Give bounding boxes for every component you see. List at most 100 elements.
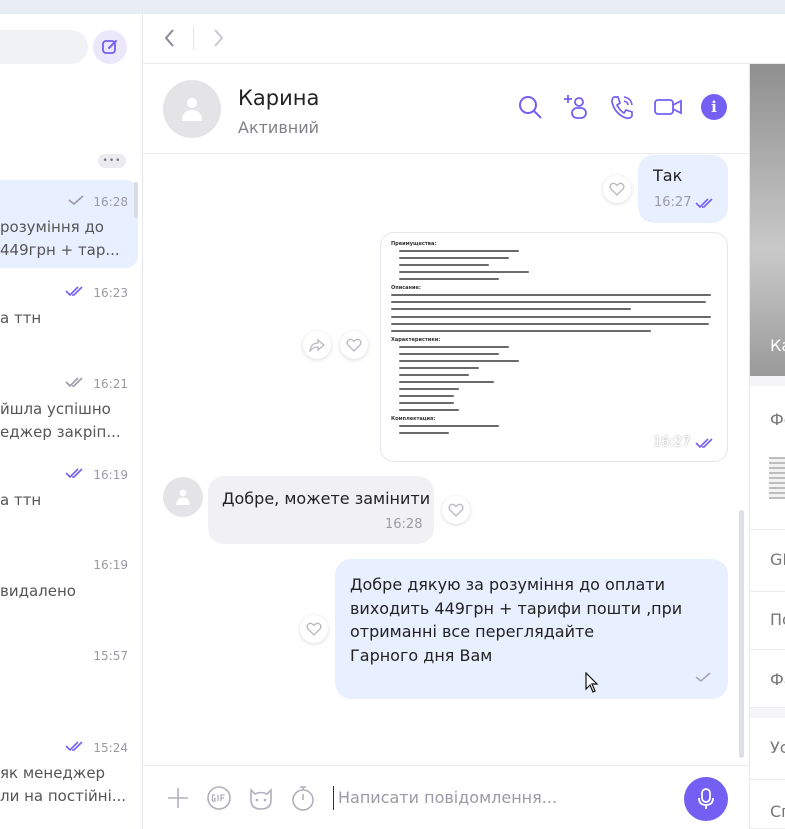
like-reaction-button[interactable] bbox=[603, 175, 631, 203]
heart-icon bbox=[609, 182, 625, 196]
like-reaction-button[interactable] bbox=[340, 331, 368, 359]
window-top-strip bbox=[0, 0, 785, 14]
video-icon bbox=[654, 99, 682, 115]
sent-check-icon bbox=[695, 672, 711, 683]
double-check-icon bbox=[65, 467, 85, 482]
stopwatch-icon bbox=[292, 786, 314, 811]
sticker-button[interactable] bbox=[247, 784, 275, 816]
settings-section[interactable]: Сп bbox=[750, 780, 785, 829]
chat-list-item[interactable]: 16:19 видалено bbox=[0, 544, 138, 632]
chevron-left-icon bbox=[164, 29, 174, 47]
message-text: Так bbox=[653, 166, 683, 185]
message-input[interactable]: Написати повідомлення... bbox=[338, 788, 557, 807]
double-check-icon bbox=[65, 376, 85, 391]
message-time: 16:27 bbox=[653, 435, 691, 450]
double-check-icon bbox=[65, 285, 85, 300]
section-label: По bbox=[770, 610, 785, 629]
forward-button[interactable] bbox=[209, 26, 227, 54]
chat-time: 15:57 bbox=[93, 649, 128, 663]
chat-preview: ли на постійні... bbox=[0, 787, 127, 805]
chat-preview: 449грн + тар... bbox=[0, 241, 120, 259]
video-call-button[interactable] bbox=[653, 92, 683, 122]
chat-list-item[interactable]: 16:21 йшла успішно еджер закріп... bbox=[0, 362, 138, 450]
chat-list-item[interactable]: 16:23 а ттн bbox=[0, 271, 138, 359]
message-time: 16:27 bbox=[654, 195, 692, 210]
message-time: 16:28 bbox=[385, 517, 423, 532]
image-message[interactable]: Преимущества: Описание: Характеристики: bbox=[380, 232, 728, 462]
chat-preview: а ттн bbox=[0, 309, 42, 327]
message-list: Так 16:27 Преимущества: Описание: Характ… bbox=[143, 155, 749, 765]
phone-icon bbox=[611, 96, 633, 120]
message-bubble-outgoing[interactable]: Добре дякую за розуміння до оплати виход… bbox=[335, 559, 728, 699]
back-button[interactable] bbox=[161, 26, 179, 54]
timer-button[interactable] bbox=[289, 784, 317, 816]
files-section[interactable]: Фа bbox=[750, 650, 785, 708]
info-button[interactable]: i bbox=[699, 92, 729, 122]
members-section[interactable]: Ус bbox=[750, 718, 785, 780]
compose-button[interactable] bbox=[93, 30, 127, 64]
section-label: Ус bbox=[770, 738, 785, 757]
cover-contact-name: Ка bbox=[770, 336, 785, 355]
double-check-icon bbox=[65, 740, 85, 755]
like-reaction-button[interactable] bbox=[300, 615, 328, 643]
heart-icon bbox=[346, 338, 362, 352]
message-text: Добре, можете замінити bbox=[222, 489, 431, 508]
audio-call-button[interactable] bbox=[607, 92, 637, 122]
links-section[interactable]: По bbox=[750, 592, 785, 650]
navigation-bar bbox=[143, 14, 785, 64]
message-composer: Написати повідомлення... bbox=[143, 765, 749, 829]
contact-status: Активний bbox=[238, 118, 320, 137]
chat-time: 16:19 bbox=[93, 558, 128, 572]
share-button[interactable] bbox=[303, 331, 331, 359]
chat-list-scrollbar[interactable] bbox=[134, 182, 138, 218]
like-reaction-button[interactable] bbox=[442, 496, 470, 524]
gif-button[interactable] bbox=[205, 784, 233, 816]
avatar[interactable] bbox=[163, 477, 203, 517]
chat-list-item[interactable]: 16:19 а ттн bbox=[0, 453, 138, 541]
media-thumbnail[interactable] bbox=[769, 457, 785, 499]
chevron-right-icon bbox=[214, 29, 224, 47]
section-label: Фа bbox=[770, 670, 785, 689]
message-text: Добре дякую за розуміння до оплати виход… bbox=[350, 575, 683, 665]
document-heading: Характеристики: bbox=[391, 337, 441, 343]
share-icon bbox=[309, 338, 325, 352]
plus-icon bbox=[168, 788, 188, 808]
gif-section[interactable]: GI bbox=[750, 530, 785, 592]
document-heading: Описание: bbox=[391, 285, 421, 291]
contact-info-panel: Ка Фо GI По Фа Ус Сп bbox=[749, 64, 785, 829]
chat-list-item[interactable]: 16:28 розуміння до 449грн + тар... bbox=[0, 180, 138, 268]
search-button[interactable] bbox=[515, 92, 545, 122]
chat-time: 16:28 bbox=[93, 194, 128, 209]
message-bubble-incoming[interactable]: Добре, можете замінити 16:28 bbox=[208, 476, 434, 544]
read-check-icon bbox=[67, 194, 85, 209]
chat-preview: а ттн bbox=[0, 491, 42, 509]
chat-list-item[interactable]: 15:24 як менеджер ли на постійні... bbox=[0, 726, 138, 814]
chat-preview: видалено bbox=[0, 582, 76, 600]
conversation-panel: Карина Активний i Так 16:27 Преимущества… bbox=[143, 14, 785, 829]
add-participant-button[interactable] bbox=[561, 92, 591, 122]
add-user-icon bbox=[564, 95, 587, 119]
conversation-header: Карина Активний i bbox=[143, 64, 749, 154]
document-heading: Комплектация: bbox=[391, 416, 436, 422]
chat-list-item[interactable]: 15:57 bbox=[0, 635, 138, 723]
heart-icon bbox=[448, 503, 464, 517]
edit-icon bbox=[102, 40, 117, 54]
chat-preview: як менеджер bbox=[0, 764, 106, 782]
avatar[interactable] bbox=[163, 80, 221, 138]
message-scrollbar[interactable] bbox=[739, 510, 744, 758]
divider bbox=[193, 26, 194, 50]
voice-message-button[interactable] bbox=[684, 777, 728, 821]
text-cursor bbox=[333, 786, 334, 810]
message-bubble-outgoing[interactable]: Так 16:27 bbox=[638, 155, 728, 223]
user-icon bbox=[182, 98, 202, 121]
gif-icon bbox=[207, 786, 231, 810]
chat-time: 16:19 bbox=[93, 467, 128, 482]
chat-time: 15:24 bbox=[93, 740, 128, 755]
chat-time: 16:23 bbox=[93, 285, 128, 300]
sticker-icon bbox=[250, 788, 272, 810]
search-input[interactable] bbox=[0, 30, 88, 64]
mouse-cursor bbox=[585, 672, 599, 693]
contact-name[interactable]: Карина bbox=[238, 86, 319, 110]
attach-button[interactable] bbox=[165, 785, 191, 815]
more-options-icon[interactable]: ••• bbox=[98, 154, 126, 168]
